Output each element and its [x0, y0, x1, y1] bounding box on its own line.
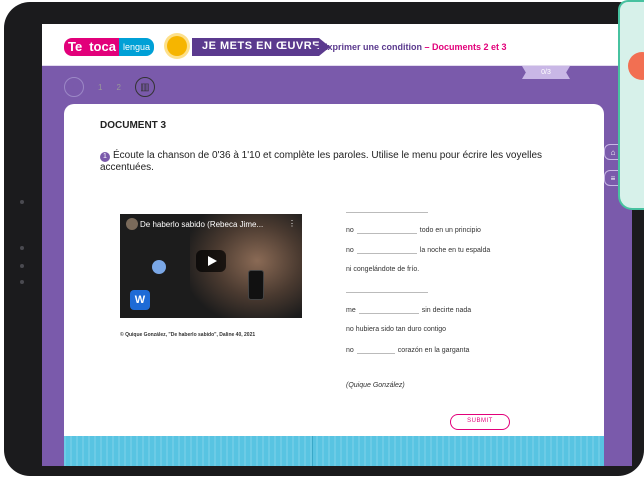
logo-lengua: lengua: [118, 38, 154, 56]
video-player[interactable]: De haberlo sabido (Rebeca Jime... ⋮ W: [120, 214, 302, 318]
tablet-camera: [20, 200, 24, 204]
blank-line[interactable]: [346, 292, 428, 293]
bell-icon[interactable]: ♫: [64, 77, 84, 97]
lyric-text: ni congelándote de frío.: [346, 266, 420, 273]
lyric-line: me sin decirte nada: [346, 306, 471, 316]
lyric-word: no: [346, 227, 354, 234]
answer-blank[interactable]: [356, 346, 395, 354]
answer-blank[interactable]: [356, 246, 417, 254]
more-icon[interactable]: ⋮: [288, 219, 296, 228]
lyric-text: sin decirte nada: [421, 307, 472, 314]
bottom-panel: [64, 436, 604, 466]
lyric-word: no: [346, 247, 354, 254]
answer-blank[interactable]: [356, 226, 417, 234]
play-icon[interactable]: [196, 250, 226, 272]
sun-icon: [167, 36, 187, 56]
instruction: 1 Écoute la chanson de 0'36 à 1'10 et com…: [100, 150, 560, 173]
coin-icon: [628, 52, 644, 80]
lyric-text: corazón en la garganta: [397, 347, 470, 354]
video-caption: © Quique González, "De haberlo sabido", …: [120, 332, 256, 338]
tablet-sensor: [20, 264, 24, 268]
step-nav: ♫ 1 2 ▥: [64, 76, 155, 98]
submit-button[interactable]: SUBMIT: [450, 414, 510, 430]
lyric-text: no hubiera sido tan duro contigo: [346, 326, 447, 333]
lyric-text: la noche en tu espalda: [419, 247, 491, 254]
lyric-line: no todo en un principio: [346, 226, 481, 236]
channel-avatar: [126, 218, 138, 230]
tablet-frame: Te toca lengua JE METS EN ŒUVRE ▶ Exprim…: [4, 2, 644, 476]
app-logo[interactable]: Te toca lengua: [64, 38, 154, 56]
breadcrumb-current: Documents 2 et 3: [431, 42, 507, 52]
lyric-text: todo en un principio: [419, 227, 481, 234]
lyric-line: no hubiera sido tan duro contigo: [346, 326, 446, 336]
lyric-line: no corazón en la garganta: [346, 346, 469, 356]
progress-pager: 0/3: [522, 66, 570, 79]
stats-icon[interactable]: ▥: [134, 77, 155, 97]
divider: [312, 436, 313, 466]
document-panel: DOCUMENT 3 1 Écoute la chanson de 0'36 à …: [64, 104, 604, 466]
side-card: [618, 0, 644, 210]
blue-dot-icon: [152, 260, 166, 274]
step-1[interactable]: 1: [98, 83, 102, 92]
lyric-line: ni congelándote de frío.: [346, 266, 419, 276]
answer-blank[interactable]: [358, 306, 419, 314]
warner-logo-icon: W: [130, 290, 150, 310]
header-bar: Te toca lengua JE METS EN ŒUVRE ▶ Exprim…: [42, 24, 632, 66]
lyric-word: no: [346, 347, 354, 354]
tablet-sensor: [20, 280, 24, 284]
breadcrumb-arrow-icon: ▶: [312, 42, 319, 52]
blank-line[interactable]: [346, 212, 428, 213]
document-title: DOCUMENT 3: [100, 120, 167, 131]
section-label: JE METS EN ŒUVRE: [192, 38, 331, 56]
instruction-text: Écoute la chanson de 0'36 à 1'10 et comp…: [100, 150, 543, 173]
breadcrumb: ▶ Exprimer une condition – Documents 2 e…: [312, 42, 507, 53]
breadcrumb-separator: –: [421, 42, 432, 52]
logo-toca: toca: [86, 38, 119, 56]
phone-image: [248, 270, 264, 300]
lyric-word: me: [346, 307, 356, 314]
app-screen: Te toca lengua JE METS EN ŒUVRE ▶ Exprim…: [42, 24, 632, 466]
tablet-sensor: [20, 246, 24, 250]
video-title[interactable]: De haberlo sabido (Rebeca Jime...: [140, 220, 263, 229]
lyric-line: no la noche en tu espalda: [346, 246, 490, 256]
step-2[interactable]: 2: [116, 83, 120, 92]
breadcrumb-main[interactable]: Exprimer une condition: [321, 42, 422, 52]
logo-te: Te: [64, 38, 87, 56]
instruction-number: 1: [100, 152, 110, 162]
lyrics-author: (Quique González): [346, 382, 405, 389]
